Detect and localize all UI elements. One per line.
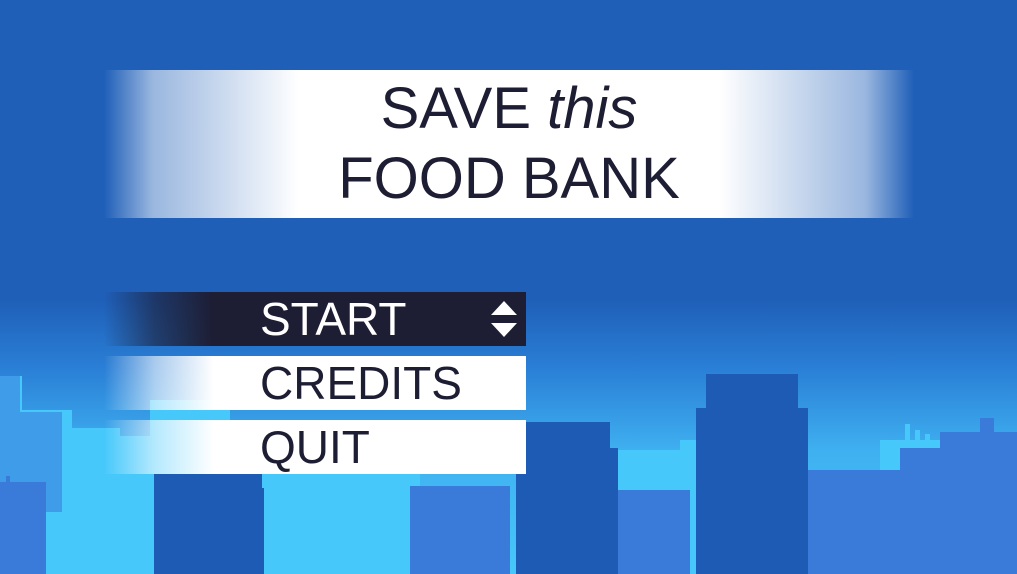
title-line-2: FOOD BANK: [338, 146, 680, 211]
title-this-text: this: [547, 76, 638, 141]
credits-label: CREDITS: [260, 357, 462, 409]
quit-button[interactable]: QUIT: [104, 420, 526, 474]
credits-button[interactable]: CREDITS: [104, 356, 526, 410]
quit-label: QUIT: [260, 421, 370, 473]
title-line-1: SAVE this: [104, 76, 914, 142]
up-down-arrows-icon: [491, 301, 517, 337]
start-label: START: [260, 293, 407, 345]
start-button[interactable]: START: [104, 292, 526, 346]
title-save-text: SAVE: [380, 76, 532, 141]
game-title-banner: SAVE this FOOD BANK: [104, 70, 914, 218]
